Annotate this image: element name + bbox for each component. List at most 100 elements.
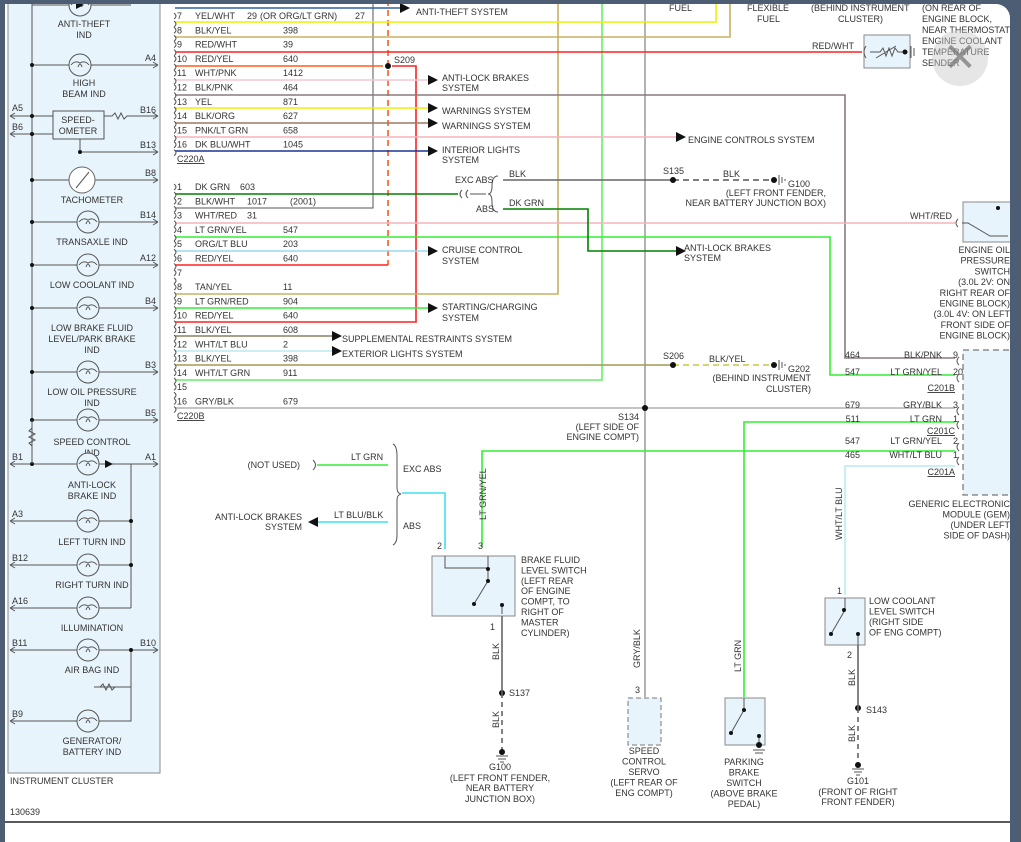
pin-number: 4	[177, 225, 182, 235]
label-warnings-1: WARNINGS SYSTEM	[442, 106, 531, 116]
label-s143: S143	[866, 705, 887, 715]
junction-dot	[129, 563, 133, 567]
low-coolant-label: LOW COOLANTLEVEL SWITCH(RIGHT SIDEOF ENG…	[869, 596, 942, 638]
splice-s135	[670, 177, 676, 183]
pin-number: 6	[177, 254, 182, 264]
pin-number: 12	[177, 83, 187, 93]
label-line: (RIGHT SIDE	[869, 617, 923, 627]
label-interior-a: INTERIOR LIGHTS	[442, 145, 520, 155]
sender-line: ENGINE BLOCK,	[922, 14, 992, 24]
circuit-number: 640	[283, 311, 298, 321]
connector-pin-symbol	[173, 55, 177, 71]
cluster-label: IND	[84, 398, 100, 408]
junction-dot	[129, 519, 133, 523]
label-g100-b-loc: JUNCTION BOX)	[465, 794, 535, 804]
label-cruise-b: SYSTEM	[442, 256, 479, 266]
label-abs-1a: ANTI-LOCK BRAKES	[442, 73, 529, 83]
cluster-pin: B3	[145, 360, 156, 370]
lamp-icon	[68, 53, 92, 77]
wire-color: WHT/RED	[195, 211, 237, 221]
cluster-pin: B11	[12, 638, 27, 648]
ground-g100-bottom	[499, 749, 505, 755]
contact	[729, 731, 733, 735]
label-line: (UNDER LEFT	[950, 520, 1010, 530]
cluster-label: OMETER	[59, 126, 98, 136]
label-g202-loc-b: CLUSTER)	[766, 384, 811, 394]
cluster-label: RIGHT TURN IND	[55, 580, 129, 590]
label-line: SIDE OF DASH)	[943, 531, 1010, 541]
gem-circuit: 547	[845, 436, 860, 446]
cluster-label: LOW COOLANT IND	[50, 280, 135, 290]
gem-wire-color: LT GRN/YEL	[890, 436, 942, 446]
label-abs: ABS	[476, 204, 494, 214]
label-gry-blk: GRY/BLK	[632, 629, 642, 668]
label-starting-a: STARTING/CHARGING	[442, 302, 538, 312]
junction-dot	[78, 150, 82, 154]
pin-number: 11	[177, 68, 186, 78]
circuit-number: 1017	[247, 196, 267, 206]
circuit-number: 1412	[283, 68, 303, 78]
connector-pin-symbol	[173, 26, 177, 42]
wire-note: (OR ORG/LT GRN)	[260, 11, 337, 21]
connector-pin-symbol	[173, 112, 177, 128]
junction-dot	[30, 114, 34, 118]
junction-dot	[129, 648, 133, 652]
cluster-pin: B6	[12, 122, 23, 132]
label-line: PEDAL)	[728, 799, 761, 809]
contact	[486, 579, 490, 583]
connector-c220a: C220A	[177, 154, 205, 164]
cluster-pin: A3	[12, 509, 23, 519]
cluster-pin: B12	[12, 553, 28, 563]
label-line: SERVO	[628, 767, 659, 777]
lamp-icon	[76, 360, 100, 384]
not-used-connector	[312, 459, 316, 471]
label-line: OF ENG COMPT)	[869, 628, 942, 638]
label-not-used: (NOT USED)	[248, 460, 300, 470]
label-line: PRESSURE	[960, 256, 1010, 266]
label-line: LEVEL SWITCH	[869, 607, 935, 617]
label-line: CONTROL	[622, 757, 666, 767]
label-abs-1b: SYSTEM	[442, 83, 479, 93]
connector-pin-symbol	[173, 383, 177, 399]
close-icon: ✕	[943, 35, 977, 81]
wire-dk-grn-abs	[503, 208, 676, 252]
circuit-number: 547	[283, 225, 298, 235]
pin-number: 14	[177, 111, 187, 121]
gem-connector-label: C201A	[927, 467, 955, 477]
label-abs-3b: SYSTEM	[265, 522, 302, 532]
arrow-abs-1	[428, 75, 438, 85]
label-anti-theft: ANTI-THEFT SYSTEM	[416, 7, 508, 17]
circuit-number: 203	[283, 239, 298, 249]
arrow-abs-3	[308, 517, 318, 527]
close-button[interactable]: ✕	[932, 30, 988, 86]
connector-pin-symbol	[173, 41, 177, 56]
cluster-label: SPEED CONTROL	[53, 437, 130, 447]
label-line: BRAKE FLUID	[521, 555, 581, 565]
junction-dot	[30, 306, 34, 310]
cluster-pin: B9	[12, 709, 23, 719]
connector-pin-symbol	[173, 98, 177, 114]
pin-number: 8	[177, 25, 182, 35]
label-interior-b: SYSTEM	[442, 155, 479, 165]
connector-pin-symbol	[173, 212, 177, 227]
label-line: ENG COMPT)	[615, 788, 673, 798]
junction-dot	[30, 178, 34, 182]
cluster-pin: A1	[145, 452, 156, 462]
cluster-pin: B5	[145, 408, 156, 418]
label-servo-pin: 3	[635, 685, 640, 695]
arrow-cruise	[428, 246, 438, 256]
gem-wire-color: GRY/BLK	[903, 400, 942, 410]
arrow-anti-theft	[400, 4, 410, 13]
abs-connector-symbol	[459, 189, 486, 199]
label-flex-b: FUEL	[757, 14, 780, 24]
cluster-pin: B1	[12, 452, 23, 462]
circuit-number: 627	[283, 111, 298, 121]
arrow-warnings-1	[428, 103, 438, 113]
label-line: SPEED	[629, 746, 660, 756]
connector-pin-symbol	[173, 84, 177, 99]
gem-circuit: 511	[846, 414, 860, 424]
label-line: FRONT SIDE OF	[941, 320, 1010, 330]
label-g202-loc-a: (BEHIND INSTRUMENT	[713, 373, 812, 383]
connector-pin-symbol	[173, 340, 177, 356]
gem-module-box	[962, 349, 1010, 496]
